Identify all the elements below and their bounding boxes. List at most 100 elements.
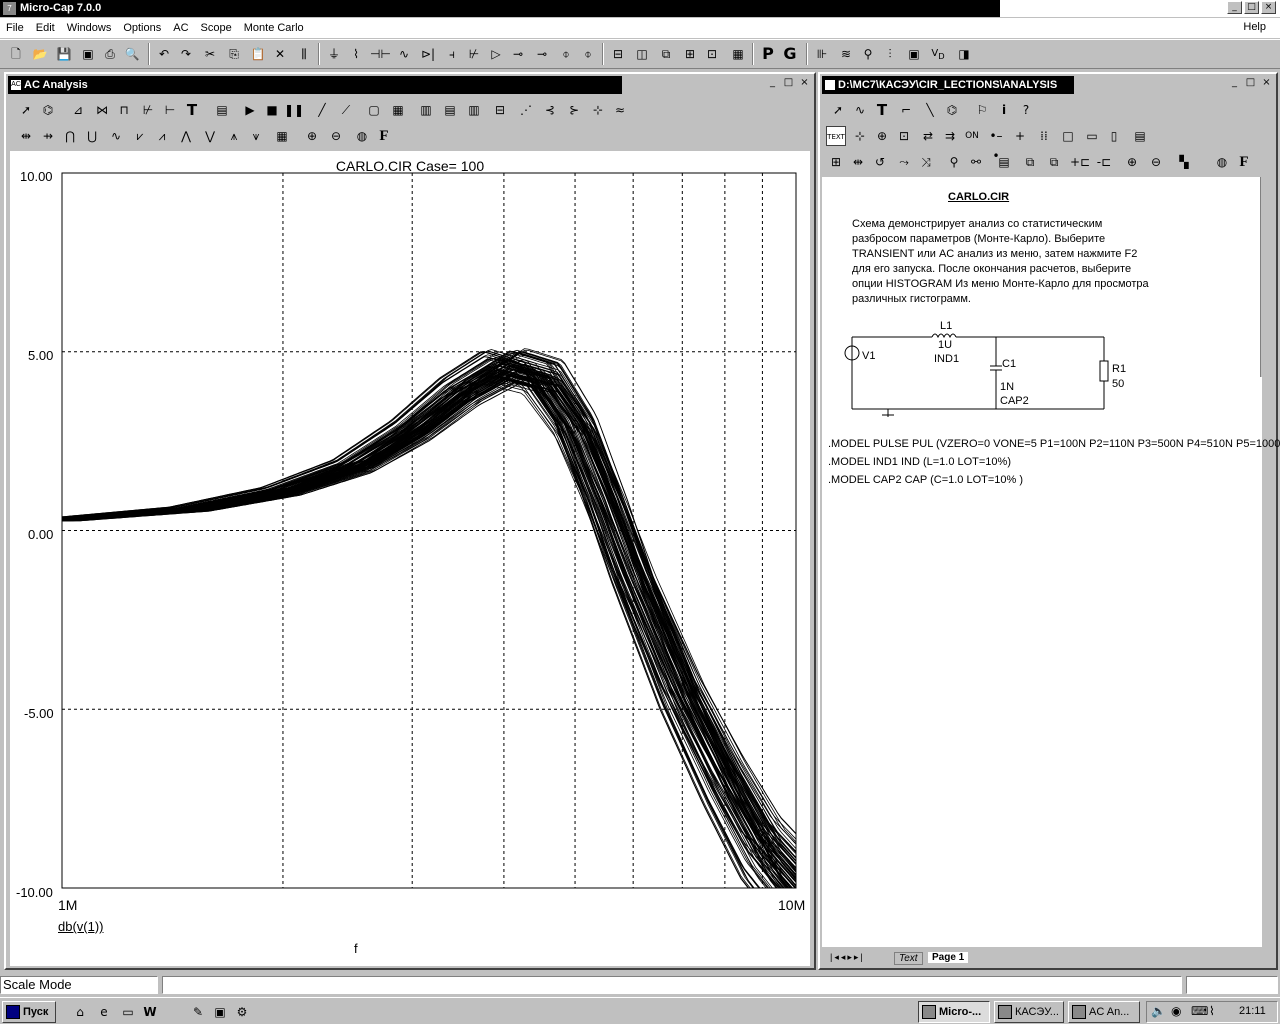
- tokens-icon[interactable]: ⋰: [516, 100, 536, 120]
- tab-nav-icon[interactable]: |◂◂▸▸|: [830, 952, 865, 963]
- start-button[interactable]: Пуск: [2, 1001, 56, 1023]
- stop-icon[interactable]: ■: [262, 100, 282, 120]
- high-icon[interactable]: ⋂: [60, 126, 80, 146]
- window-icon[interactable]: ⊡: [702, 44, 722, 64]
- pan-icon[interactable]: ⋈: [92, 100, 112, 120]
- tray-app-icon[interactable]: ◉: [1171, 1004, 1181, 1018]
- valley-icon[interactable]: ⇸: [38, 126, 58, 146]
- info-icon[interactable]: i: [994, 100, 1014, 120]
- zener-icon[interactable]: ⫞: [442, 44, 462, 64]
- taskbar-ac-button[interactable]: AC An...: [1068, 1001, 1140, 1023]
- top-icon[interactable]: ⋀: [176, 126, 196, 146]
- border-icon[interactable]: □: [1058, 126, 1078, 146]
- tray-app3-icon[interactable]: ⌇: [1209, 1004, 1215, 1018]
- rotate-ccw-icon[interactable]: ↺: [870, 152, 890, 172]
- major-grid-icon[interactable]: ▤: [440, 100, 460, 120]
- global-high-icon[interactable]: ⩗: [130, 126, 150, 146]
- g-button-icon[interactable]: G: [780, 44, 800, 64]
- tag-icon[interactable]: ⊓: [114, 100, 134, 120]
- binoculars-icon[interactable]: ⚯: [966, 152, 986, 172]
- properties-icon[interactable]: ▤: [1130, 126, 1150, 146]
- ac-minimize-button[interactable]: _: [765, 76, 780, 91]
- undo-icon[interactable]: ↶: [154, 44, 174, 64]
- taskbar-microcap-button[interactable]: Micro-...: [918, 1001, 990, 1023]
- wire-mode-icon[interactable]: ⌐: [896, 100, 916, 120]
- flip-icon[interactable]: ⤳: [894, 152, 914, 172]
- switch-icon[interactable]: ⊸: [508, 44, 528, 64]
- cut-icon[interactable]: ✂: [200, 44, 220, 64]
- schematic-close-button[interactable]: ×: [1259, 76, 1274, 91]
- on-icon[interactable]: ON: [962, 126, 982, 146]
- add-page-icon[interactable]: +⊏: [1070, 152, 1090, 172]
- page-icon[interactable]: ▯: [1104, 126, 1124, 146]
- minor-grid-icon[interactable]: ▥: [416, 100, 436, 120]
- save-all-icon[interactable]: ▣: [78, 44, 98, 64]
- color-icon[interactable]: ◍: [1212, 152, 1232, 172]
- source-icon[interactable]: ⊸: [532, 44, 552, 64]
- opamp-icon[interactable]: ▷: [486, 44, 506, 64]
- component-icon[interactable]: ⌬: [942, 100, 962, 120]
- quicklaunch-word-icon[interactable]: W: [140, 1002, 160, 1022]
- analysis-icon[interactable]: ⫶: [880, 44, 900, 64]
- vertical-scrollbar[interactable]: [1260, 177, 1274, 377]
- grid-icon[interactable]: ▦: [388, 100, 408, 120]
- probe-icon[interactable]: ⚲: [858, 44, 878, 64]
- volume-icon[interactable]: 🔈: [1151, 1004, 1166, 1018]
- schematic-restore-button[interactable]: □: [1243, 76, 1258, 91]
- font-icon[interactable]: F: [374, 126, 394, 146]
- run-icon[interactable]: ▶: [240, 100, 260, 120]
- inflection-icon[interactable]: ∿: [106, 126, 126, 146]
- npn-transistor-icon[interactable]: ⊬: [464, 44, 484, 64]
- quicklaunch-app3-icon[interactable]: ⚙: [232, 1002, 252, 1022]
- flag-pattern-icon[interactable]: ▚: [1174, 152, 1194, 172]
- menu-edit[interactable]: Edit: [30, 22, 61, 34]
- capacitor-icon[interactable]: ⊣⊢: [370, 44, 391, 64]
- find-icon[interactable]: ⚲: [944, 152, 964, 172]
- frame-icon[interactable]: ▢: [364, 100, 384, 120]
- vd-icon[interactable]: VD: [928, 44, 948, 64]
- tile-icon[interactable]: ⊞: [680, 44, 700, 64]
- baseline-icon[interactable]: ⊟: [490, 100, 510, 120]
- wire-icon[interactable]: ∿: [850, 100, 870, 120]
- copy-icon[interactable]: ⎘: [224, 44, 244, 64]
- cross-icon[interactable]: +: [1010, 126, 1030, 146]
- point-tag-icon[interactable]: ⊬: [138, 100, 158, 120]
- copy-block-icon[interactable]: ⧉: [1020, 152, 1040, 172]
- menu-options[interactable]: Options: [117, 22, 167, 34]
- power-icon[interactable]: ⇉: [940, 126, 960, 146]
- menu-file[interactable]: File: [0, 22, 30, 34]
- cascade-icon[interactable]: ⧉: [656, 44, 676, 64]
- ac-close-button[interactable]: ×: [797, 76, 812, 91]
- title-block-icon[interactable]: ▭: [1082, 126, 1102, 146]
- new-file-icon[interactable]: 🗋: [6, 44, 26, 64]
- delete-icon[interactable]: ✕: [270, 44, 290, 64]
- bus-icon[interactable]: ⫼: [294, 44, 314, 64]
- tab-page-1[interactable]: Page 1: [928, 952, 969, 963]
- font-icon[interactable]: F: [1234, 152, 1254, 172]
- properties-icon[interactable]: ▤: [212, 100, 232, 120]
- diode-icon[interactable]: ⊳|: [418, 44, 438, 64]
- p-button-icon[interactable]: P: [758, 44, 778, 64]
- menu-help[interactable]: Help: [1237, 21, 1272, 33]
- paste-icon[interactable]: 📋: [248, 44, 268, 64]
- quicklaunch-explorer-icon[interactable]: ⌂: [70, 1002, 90, 1022]
- color-icon[interactable]: ◍: [352, 126, 372, 146]
- pause-icon[interactable]: ❚❚: [284, 100, 304, 120]
- component-select-icon[interactable]: ⌬: [38, 100, 58, 120]
- split-v-icon[interactable]: ◫: [632, 44, 652, 64]
- scope-icon[interactable]: ▣: [904, 44, 924, 64]
- redo-icon[interactable]: ↷: [176, 44, 196, 64]
- mirror-icon[interactable]: ⇹: [848, 152, 868, 172]
- menu-ac[interactable]: AC: [167, 22, 194, 34]
- line-marker-icon[interactable]: ⟋: [336, 100, 356, 120]
- select-arrow-icon[interactable]: ➚: [828, 100, 848, 120]
- diagonal-wire-icon[interactable]: ╲: [920, 100, 940, 120]
- remove-page-icon[interactable]: -⊏: [1094, 152, 1114, 172]
- zoom-in-icon[interactable]: ⊕: [1122, 152, 1142, 172]
- node-number-icon[interactable]: ⊕: [872, 126, 892, 146]
- menu-windows[interactable]: Windows: [61, 22, 118, 34]
- menu-scope[interactable]: Scope: [195, 22, 238, 34]
- bottom-icon[interactable]: ⋁: [200, 126, 220, 146]
- menu-monte-carlo[interactable]: Monte Carlo: [238, 22, 310, 34]
- ground-icon[interactable]: ⏚: [324, 44, 344, 64]
